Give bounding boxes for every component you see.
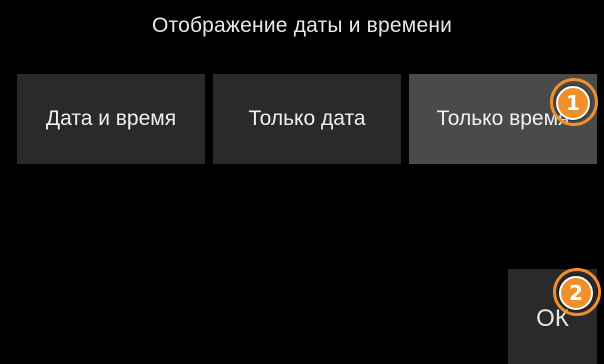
option-date-and-time-button[interactable]: Дата и время [17, 74, 205, 164]
step-2-callout-badge: 2 [559, 276, 593, 310]
option-label: Только время [436, 107, 570, 130]
date-time-display-dialog: Отображение даты и времени Дата и время … [0, 0, 604, 364]
step-1-callout-badge: 1 [556, 86, 590, 120]
option-label: Только дата [248, 107, 366, 130]
option-label: Дата и время [45, 107, 177, 130]
option-date-only-button[interactable]: Только дата [213, 74, 401, 164]
dialog-title: Отображение даты и времени [151, 14, 453, 37]
